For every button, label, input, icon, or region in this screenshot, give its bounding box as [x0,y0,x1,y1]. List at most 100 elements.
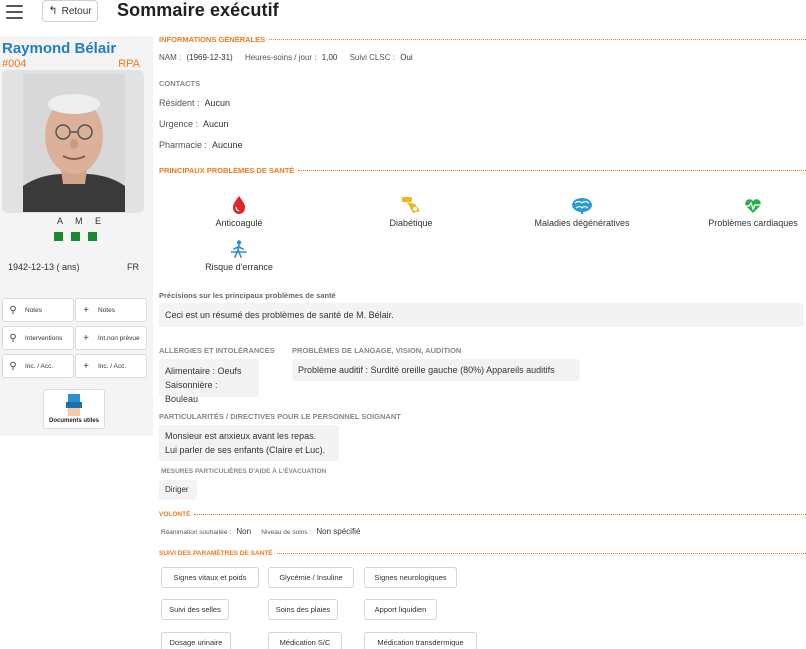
param-signes-vitaux-button[interactable]: Signes vitaux et poids [161,567,259,588]
volonte-heading: VOLONTÉ [159,511,806,518]
volonte-row: Réanimation souhaitée : Non Niveau de so… [161,527,360,536]
allergies-box: Alimentaire : Oeufs Saisonnière : Boulea… [159,359,259,404]
language-problems-heading: PROBLÈMES DE LANGAGE, VISION, AUDITION [292,346,462,355]
directive-line: Lui parler de ses enfants (Claire et Luc… [165,445,326,455]
contact-resident: Résident : Aucun [159,98,230,108]
param-dosage-urinaire-button[interactable]: Dosage urinaire [161,632,231,649]
param-medication-sc-button[interactable]: Médication S/C [268,632,342,649]
view-interventions-button[interactable]: ⚲ Interventions [2,326,74,350]
problem-label: Diabétique [389,218,433,228]
plus-icon: + [83,332,89,344]
patient-dob: 1942-12-13 ( ans) [8,262,80,272]
soins-value: Non spécifié [316,527,361,536]
urgence-value: Aucun [203,119,229,129]
patient-id: #004 [2,58,27,70]
resident-value: Aucun [204,98,231,108]
problem-cardiaques: Problèmes cardiaques [673,194,806,228]
problem-label: Maladies dégénératives [534,218,630,228]
problem-diabetique: Diabétique [331,194,491,228]
search-icon: ⚲ [9,332,17,344]
urgence-label: Urgence : [159,119,199,129]
pharmacie-value: Aucune [212,140,243,150]
directives-heading: PARTICULARITÉS / DIRECTIVES POUR LE PERS… [159,412,401,421]
brain-icon [572,198,592,214]
problem-label: Anticoagulé [215,218,263,228]
add-unplanned-intervention-button[interactable]: + Int.non prévue [75,326,147,350]
clsc-label: Suivi CLSC : [349,53,395,62]
directives-box: Monsieur est anxieux avant les repas. Lu… [159,425,339,461]
quick-action-label: Notes [25,306,42,314]
problem-label: Problèmes cardiaques [708,218,798,228]
problem-anticoagule: Anticoagulé [159,194,319,228]
ame-label: A M E [57,216,107,226]
quick-action-label: Inc. / Acc. [25,362,54,370]
param-glycemie-button[interactable]: Glycémie / Insuline [268,567,354,588]
hamburger-menu-icon[interactable] [6,5,23,19]
hours-value: 1,00 [321,53,338,62]
reanimation-label: Réanimation souhaitée : [161,529,232,536]
patient-sidebar: Raymond Bélair #004 RPA A M E 1942-12-13… [0,36,153,436]
evacuation-text: Diriger [159,480,197,500]
problem-label: Risque d'errance [205,262,273,272]
allergy-saisonniere: Saisonnière : Bouleau [165,380,218,404]
reanimation-value: Non [236,527,252,536]
param-apport-liquidien-button[interactable]: Apport liquidien [364,599,437,620]
patient-name: Raymond Bélair [2,40,117,57]
pharmacie-label: Pharmacie : [159,140,208,150]
clsc-value: Oui [400,53,413,62]
plus-icon: + [83,304,89,316]
add-incident-button[interactable]: + Inc. / Acc. [75,354,147,378]
nam-value: (1969-12-31) [186,53,233,62]
allergy-alimentaire: Alimentaire : Oeufs [165,366,242,376]
search-icon: ⚲ [9,360,17,372]
patient-photo-card [2,70,144,213]
hours-label: Heures-soins / jour : [244,53,317,62]
add-note-button[interactable]: + Notes [75,298,147,322]
ame-indicator-e [88,232,97,241]
param-neurologiques-button[interactable]: Signes neurologiques [364,567,457,588]
blood-drop-icon [232,196,246,214]
ame-indicator-m [71,232,80,241]
allergies-heading: ALLERGIES ET INTOLÉRANCES [159,346,275,355]
directive-line: Monsieur est anxieux avant les repas. [165,431,317,441]
glucose-meter-icon [402,197,420,213]
soins-label: Niveau de soins : [261,529,312,536]
patient-photo [23,74,125,212]
quick-action-label: Interventions [25,334,63,342]
param-medication-transdermique-button[interactable]: Médication transdermique [364,632,477,649]
precisions-text: Ceci est un résumé des problèmes de sant… [159,303,804,327]
param-plaies-button[interactable]: Soins des plaies [268,599,338,620]
param-selles-button[interactable]: Suivi des selles [161,599,229,620]
ame-indicators [54,232,97,241]
problem-risque-errance: Risque d'errance [159,238,319,272]
resident-label: Résident : [159,98,200,108]
heartbeat-icon [745,199,761,213]
contacts-heading: CONTACTS [159,79,201,88]
patient-language: FR [127,262,139,272]
plus-icon: + [83,360,89,372]
search-icon: ⚲ [9,304,17,316]
language-problems-text: Problème auditif : Surdité oreille gauch… [292,359,580,381]
quick-action-label: Inc. / Acc. [98,362,127,370]
patient-type: RPA [118,58,140,70]
quick-action-label: Int.non prévue [98,334,140,342]
contact-pharmacie: Pharmacie : Aucune [159,140,243,150]
general-info-heading: INFORMATIONS GÉNÉRALES [159,35,806,44]
back-button-label: Retour [61,5,92,17]
general-info-row: NAM : (1969-12-31) Heures-soins / jour :… [159,53,413,62]
quick-action-label: Notes [98,306,115,314]
view-incidents-button[interactable]: ⚲ Inc. / Acc. [2,354,74,378]
top-bar: ↰ Retour Sommaire exécutif [0,0,806,26]
back-arrow-icon: ↰ [48,4,58,17]
problem-maladies-degeneratives: Maladies dégénératives [502,194,662,228]
nam-label: NAM : [159,53,182,62]
useful-documents-button[interactable]: Documents utiles [43,389,105,429]
page-title: Sommaire exécutif [117,0,279,20]
back-button[interactable]: ↰ Retour [42,0,98,22]
ame-indicator-a [54,232,63,241]
evacuation-heading: MESURES PARTICULIÈRES D'AIDE À L'ÉVACUAT… [161,468,327,475]
precisions-heading: Précisions sur les principaux problèmes … [159,291,336,300]
view-notes-button[interactable]: ⚲ Notes [2,298,74,322]
document-folder-icon [66,394,82,416]
useful-documents-label: Documents utiles [48,418,99,424]
